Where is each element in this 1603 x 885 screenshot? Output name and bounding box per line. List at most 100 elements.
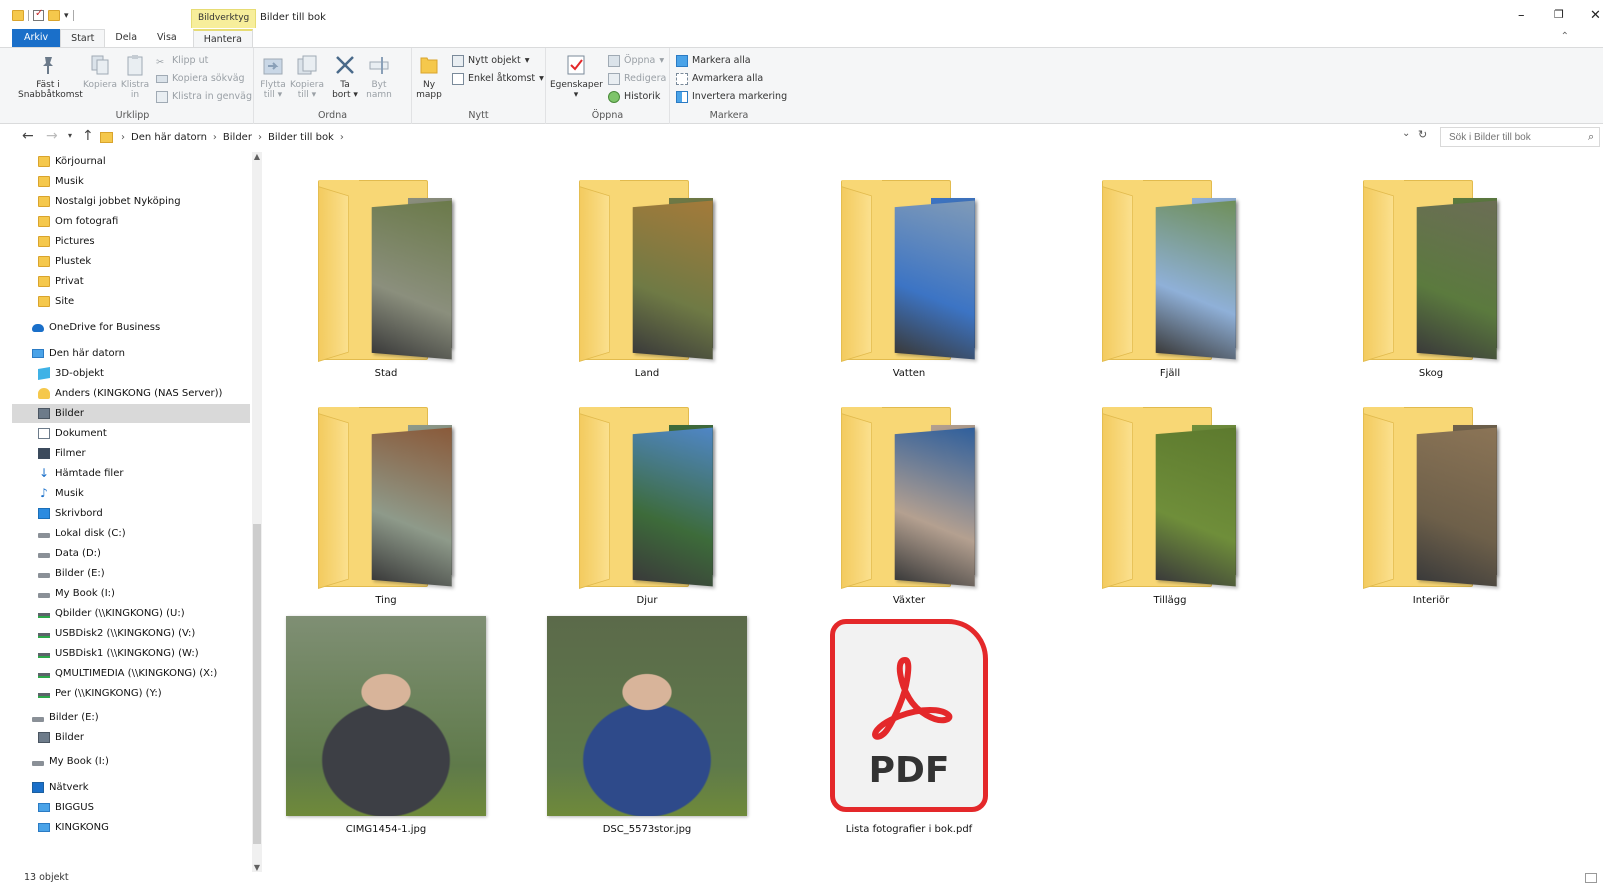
sidebar-item-onedrive[interactable]: OneDrive for Business (12, 318, 250, 337)
sidebar-item-label: USBDisk2 (\\KINGKONG) (V:) (55, 628, 196, 639)
folder-tile[interactable]: Skog (1316, 178, 1546, 383)
navigation-scrollbar[interactable]: ▲ ▼ (252, 152, 262, 872)
scroll-up-icon[interactable]: ▲ (252, 152, 262, 161)
folder-tile[interactable]: Stad (271, 178, 501, 383)
customize-toolbar-chevron-icon[interactable]: ▾ (64, 11, 69, 21)
delete-button[interactable]: Ta bort ▾ (330, 54, 360, 100)
paste-shortcut-button[interactable]: Klistra in genväg (156, 89, 252, 105)
tab-dela[interactable]: Dela (105, 29, 147, 47)
sidebar-item-kingkong[interactable]: KINGKONG (12, 818, 250, 837)
sidebar-item-this-pc[interactable]: Den här datorn (12, 344, 250, 363)
folder-tile[interactable]: Växter (794, 405, 1024, 610)
image-file-tile[interactable]: CIMG1454-1.jpg (271, 614, 501, 839)
scrollbar-thumb[interactable] (253, 524, 261, 844)
folder-tile[interactable]: Fjäll (1055, 178, 1285, 383)
sidebar-item-musik-folder[interactable]: Musik (12, 172, 250, 191)
copy-button[interactable]: Kopiera (82, 54, 118, 90)
sidebar-item-qmultimedia-x[interactable]: QMULTIMEDIA (\\KINGKONG) (X:) (12, 664, 250, 683)
sidebar-item-nostalgi[interactable]: Nostalgi jobbet Nyköping (12, 192, 250, 211)
new-item-button[interactable]: Nytt objekt ▾ (452, 53, 530, 69)
scroll-down-icon[interactable]: ▼ (252, 863, 262, 872)
sidebar-item-pictures[interactable]: Pictures (12, 232, 250, 251)
sidebar-item-mybook-i[interactable]: My Book (I:) (12, 584, 250, 603)
address-bar[interactable]: › Den här datorn › Bilder › Bilder till … (100, 127, 1403, 147)
sidebar-item-privat[interactable]: Privat (12, 272, 250, 291)
sidebar-item-korjournal[interactable]: Körjournal (12, 152, 250, 171)
copy-to-button[interactable]: Kopiera till ▾ (290, 54, 324, 100)
search-input[interactable] (1440, 127, 1600, 147)
sidebar-item-qbilder-u[interactable]: Qbilder (\\KINGKONG) (U:) (12, 604, 250, 623)
folder-tile[interactable]: Land (532, 178, 762, 383)
sidebar-item-bilder-e-drive[interactable]: Bilder (E:) (12, 708, 250, 727)
folder-tile[interactable]: Ting (271, 405, 501, 610)
new-folder-quick-icon[interactable] (48, 10, 60, 21)
edit-button[interactable]: Redigera (608, 71, 666, 87)
open-button[interactable]: Öppna ▾ (608, 53, 664, 69)
sidebar-item-documents[interactable]: Dokument (12, 424, 250, 443)
folder-tile[interactable]: Tillägg (1055, 405, 1285, 610)
restore-button[interactable]: ❐ (1554, 8, 1564, 21)
sidebar-item-bilder-e[interactable]: Bilder (E:) (12, 564, 250, 583)
breadcrumb-this-pc[interactable]: Den här datorn (131, 132, 207, 143)
sidebar-item-3d-objects[interactable]: 3D-objekt (12, 364, 250, 383)
properties-button[interactable]: Egenskaper ▾ (550, 54, 603, 100)
image-file-tile[interactable]: DSC_5573stor.jpg (532, 614, 762, 839)
details-view-icon[interactable] (1585, 873, 1597, 883)
sidebar-item-videos[interactable]: Filmer (12, 444, 250, 463)
sidebar-item-local-disk-c[interactable]: Lokal disk (C:) (12, 524, 250, 543)
sidebar-item-pictures-lib[interactable]: Bilder (12, 404, 250, 423)
select-all-button[interactable]: Markera alla (676, 53, 751, 69)
address-history-chevron-icon[interactable]: ⌄ (1402, 128, 1410, 139)
paste-button[interactable]: Klistra in (120, 54, 150, 100)
breadcrumb-current-folder[interactable]: Bilder till bok (268, 132, 334, 143)
search-icon[interactable]: ⌕ (1588, 130, 1594, 144)
folder-tile[interactable]: Vatten (794, 178, 1024, 383)
sidebar-item-biggus[interactable]: BIGGUS (12, 798, 250, 817)
properties-quick-icon[interactable] (33, 8, 44, 21)
invert-selection-button[interactable]: Invertera markering (676, 89, 787, 105)
easy-access-button[interactable]: Enkel åtkomst ▾ (452, 71, 544, 87)
rename-button[interactable]: Byt namn (364, 54, 394, 100)
sidebar-item-plustek[interactable]: Plustek (12, 252, 250, 271)
tab-hantera[interactable]: Hantera (192, 29, 254, 47)
minimize-button[interactable]: – (1518, 8, 1525, 23)
copy-path-button[interactable]: Kopiera sökväg (156, 71, 245, 87)
sidebar-item-site[interactable]: Site (12, 292, 250, 311)
select-none-button[interactable]: Avmarkera alla (676, 71, 763, 87)
sidebar-item-per-y[interactable]: Per (\\KINGKONG) (Y:) (12, 684, 250, 703)
close-button[interactable]: ✕ (1590, 8, 1601, 23)
ribbon: Fäst i Snabbåtkomst Kopiera Klistra in ✂… (0, 47, 1603, 124)
sidebar-item-bilder-e-folder[interactable]: Bilder (12, 728, 250, 747)
cut-button[interactable]: ✂ Klipp ut (156, 53, 208, 69)
sidebar-item-mybook-i-drive[interactable]: My Book (I:) (12, 752, 250, 771)
sidebar-item-data-d[interactable]: Data (D:) (12, 544, 250, 563)
breadcrumb-chevron-icon[interactable]: › (258, 132, 262, 143)
up-arrow-icon[interactable]: ↑ (82, 128, 94, 144)
sidebar-item-music[interactable]: ♪ Musik (12, 484, 250, 503)
refresh-icon[interactable]: ↻ (1418, 128, 1427, 141)
sidebar-item-anders-nas[interactable]: Anders (KINGKONG (NAS Server)) (12, 384, 250, 403)
forward-arrow-icon[interactable]: → (46, 128, 58, 144)
sidebar-item-usbdisk1-w[interactable]: USBDisk1 (\\KINGKONG) (W:) (12, 644, 250, 663)
sidebar-item-om-fotografi[interactable]: Om fotografi (12, 212, 250, 231)
sidebar-item-usbdisk2-v[interactable]: USBDisk2 (\\KINGKONG) (V:) (12, 624, 250, 643)
tab-visa[interactable]: Visa (147, 29, 187, 47)
folder-tile[interactable]: Djur (532, 405, 762, 610)
new-folder-button[interactable]: Ny mapp (414, 54, 444, 100)
breadcrumb-chevron-icon[interactable]: › (340, 132, 344, 143)
collapse-ribbon-icon[interactable]: ⌃ (1561, 31, 1569, 42)
recent-locations-chevron-icon[interactable]: ▾ (68, 131, 72, 140)
pin-quick-access-button[interactable]: Fäst i Snabbåtkomst (18, 54, 83, 100)
sidebar-item-downloads[interactable]: ↓ Hämtade filer (12, 464, 250, 483)
sidebar-item-desktop[interactable]: Skrivbord (12, 504, 250, 523)
breadcrumb-pictures[interactable]: Bilder (223, 132, 252, 143)
pdf-file-tile[interactable]: PDF Lista fotografier i bok.pdf (794, 614, 1024, 839)
tab-arkiv[interactable]: Arkiv (12, 29, 61, 47)
tab-start[interactable]: Start (60, 29, 106, 47)
breadcrumb-chevron-icon[interactable]: › (213, 132, 217, 143)
folder-tile[interactable]: Interiör (1316, 405, 1546, 610)
sidebar-item-network[interactable]: Nätverk (12, 778, 250, 797)
move-to-button[interactable]: Flytta till ▾ (258, 54, 288, 100)
back-arrow-icon[interactable]: ← (22, 128, 34, 144)
history-button[interactable]: Historik (608, 89, 660, 105)
